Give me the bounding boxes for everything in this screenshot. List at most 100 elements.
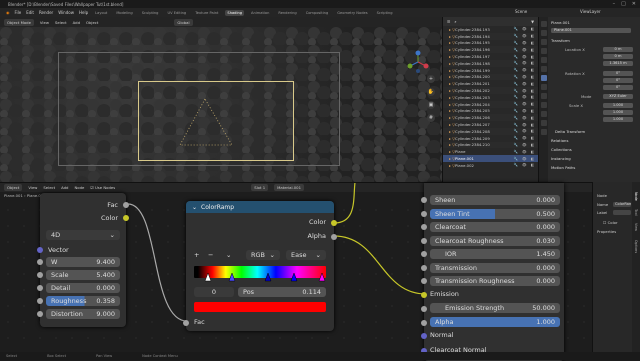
render-camera-icon[interactable]: ◧ <box>531 143 534 147</box>
input-socket[interactable] <box>421 210 427 217</box>
outliner-item[interactable]: ▸ ▽ Cylinder.2384.197 🔧 👁 ◧ <box>443 53 538 60</box>
modifier-wrench-icon[interactable]: 🔧 <box>514 48 518 52</box>
rotation-mode-dropdown[interactable]: XYZ Euler <box>603 94 633 99</box>
instancing-section[interactable]: Instancing <box>551 156 571 161</box>
input-socket[interactable] <box>421 237 427 244</box>
ramp-menu-button[interactable]: ⌄ <box>226 251 231 259</box>
visibility-eye-icon[interactable]: 👁 <box>522 55 527 59</box>
scale-y-field[interactable]: 1.000 <box>603 110 633 115</box>
render-camera-icon[interactable]: ◧ <box>531 55 534 59</box>
alpha-field[interactable]: Alpha 1.000 <box>430 317 560 327</box>
modifier-wrench-icon[interactable]: 🔧 <box>514 55 518 59</box>
dimension-dropdown[interactable]: 4D ⌄ <box>46 230 120 240</box>
render-camera-icon[interactable]: ◧ <box>531 102 534 106</box>
visibility-eye-icon[interactable]: 👁 <box>522 109 527 113</box>
outliner-item[interactable]: ▸ ▽ Cylinder.2384.206 🔧 👁 ◧ <box>443 114 538 122</box>
input-socket[interactable] <box>37 285 43 291</box>
visibility-eye-icon[interactable]: 👁 <box>522 34 527 38</box>
interpolation-dropdown[interactable]: Ease ⌄ <box>286 250 326 260</box>
modifier-wrench-icon[interactable]: 🔧 <box>514 75 518 79</box>
tab-rendering[interactable]: Rendering <box>276 10 298 16</box>
modifier-wrench-icon[interactable]: 🔧 <box>514 109 518 113</box>
location-z-field[interactable]: 1.3615 m <box>603 61 633 66</box>
visibility-eye-icon[interactable]: 👁 <box>522 157 527 161</box>
visibility-eye-icon[interactable]: 👁 <box>522 116 527 120</box>
location-x-field[interactable]: 0 m <box>603 47 633 52</box>
render-camera-icon[interactable]: ◧ <box>531 150 534 154</box>
outliner-item[interactable]: ▸ ▽ Cylinder.2384.202 🔧 👁 ◧ <box>443 87 538 94</box>
render-camera-icon[interactable]: ◧ <box>531 129 534 133</box>
render-camera-icon[interactable]: ◧ <box>531 109 534 113</box>
modifier-wrench-icon[interactable]: 🔧 <box>514 82 518 86</box>
render-camera-icon[interactable]: ◧ <box>531 163 534 167</box>
render-camera-icon[interactable]: ◧ <box>531 123 534 127</box>
node-properties-section[interactable]: Properties <box>597 229 616 234</box>
render-camera-icon[interactable]: ◧ <box>531 27 534 31</box>
render-camera-icon[interactable]: ◧ <box>531 157 534 161</box>
outliner-item[interactable]: ▸ ▽ Cylinder.2384.207 🔧 👁 ◧ <box>443 121 538 128</box>
node-label-field[interactable] <box>613 210 631 215</box>
outliner-search-icon[interactable]: ⌕ <box>454 19 456 24</box>
particles-tab-icon[interactable] <box>540 93 547 99</box>
rotation-z-field[interactable]: 0° <box>603 85 633 90</box>
input-socket[interactable] <box>37 259 43 265</box>
output-fac-socket[interactable] <box>123 202 129 208</box>
modifier-wrench-icon[interactable]: 🔧 <box>514 136 518 140</box>
view-layer-tab-icon[interactable] <box>540 48 547 54</box>
output-color-socket[interactable] <box>331 220 337 226</box>
visibility-eye-icon[interactable]: 👁 <box>522 82 527 86</box>
ramp-stops[interactable] <box>194 273 326 283</box>
scale-x-field[interactable]: 1.000 <box>603 103 633 108</box>
input-emission-socket[interactable] <box>421 292 427 298</box>
outliner-item[interactable]: ▸ ▽ Cylinder.2384.210 🔧 👁 ◧ <box>443 141 538 149</box>
render-camera-icon[interactable]: ◧ <box>531 95 534 99</box>
visibility-eye-icon[interactable]: 👁 <box>522 123 527 127</box>
visibility-eye-icon[interactable]: 👁 <box>522 102 527 106</box>
tab-animation[interactable]: Animation <box>249 10 271 16</box>
input-socket[interactable] <box>421 278 427 284</box>
render-camera-icon[interactable]: ◧ <box>531 61 534 65</box>
render-camera-icon[interactable]: ◧ <box>531 116 534 120</box>
camera-icon[interactable]: ▣ <box>427 101 435 109</box>
render-tab-icon[interactable] <box>540 30 547 36</box>
physics-tab-icon[interactable] <box>540 102 547 108</box>
input-socket[interactable] <box>421 251 427 257</box>
modifier-wrench-icon[interactable]: 🔧 <box>514 143 518 147</box>
tab-texture-paint[interactable]: Texture Paint <box>193 10 220 16</box>
tab-node[interactable]: Node <box>634 192 638 201</box>
modifier-wrench-icon[interactable]: 🔧 <box>514 89 518 93</box>
render-camera-icon[interactable]: ◧ <box>531 75 534 79</box>
noise-distortion-field[interactable]: Distortion 9.000 <box>37 309 120 319</box>
zoom-icon[interactable]: + <box>427 75 435 83</box>
visibility-eye-icon[interactable]: 👁 <box>522 48 527 52</box>
tab-compositing[interactable]: Compositing <box>304 10 331 16</box>
modifier-wrench-icon[interactable]: 🔧 <box>514 129 518 133</box>
modifier-wrench-icon[interactable]: 🔧 <box>514 150 518 154</box>
modifier-wrench-icon[interactable]: 🔧 <box>514 95 518 99</box>
object-name-field[interactable]: Plane.001 <box>551 28 631 33</box>
outliner-item[interactable]: ▸ ▽ Cylinder.2384.201 🔧 👁 ◧ <box>443 80 538 87</box>
visibility-eye-icon[interactable]: 👁 <box>522 68 527 72</box>
render-camera-icon[interactable]: ◧ <box>531 48 534 52</box>
render-camera-icon[interactable]: ◧ <box>531 82 534 86</box>
noise-texture-node[interactable]: Fac Color 4D ⌄ Vector W 9.400 Scale 5.400 Det… <box>37 193 129 327</box>
outliner-item[interactable]: ▸ ▽ Plane.002 🔧 👁 ◧ <box>443 162 538 169</box>
modifier-wrench-icon[interactable]: 🔧 <box>514 163 518 167</box>
input-socket[interactable] <box>421 224 427 230</box>
visibility-eye-icon[interactable]: 👁 <box>522 27 527 31</box>
outliner-item[interactable]: ▸ ▽ Cylinder.2384.200 🔧 👁 ◧ <box>443 73 538 81</box>
scene-selector[interactable]: Scene <box>515 9 527 14</box>
input-socket[interactable] <box>37 272 43 278</box>
render-camera-icon[interactable]: ◧ <box>531 68 534 72</box>
color-mode-dropdown[interactable]: RGB ⌄ <box>246 250 280 260</box>
data-tab-icon[interactable] <box>540 120 547 126</box>
bsdf-clearcoat-roughness-field[interactable]: Clearcoat Roughness 0.030 <box>421 235 560 246</box>
outliner-display-icon[interactable]: ☰ <box>447 19 450 24</box>
rotation-y-field[interactable]: 0° <box>603 78 633 83</box>
colorramp-node[interactable]: ⌄ ColorRamp Color Alpha + − ⌄ RGB ⌄ Ease ⌄… <box>183 201 337 331</box>
visibility-eye-icon[interactable]: 👁 <box>522 143 527 147</box>
modifier-wrench-icon[interactable]: 🔧 <box>514 157 518 161</box>
tab-geometry-nodes[interactable]: Geometry Nodes <box>335 10 369 16</box>
outliner-item[interactable]: ▸ ▽ Plane.001 🔧 👁 ◧ <box>443 155 538 162</box>
modifier-wrench-icon[interactable]: 🔧 <box>514 34 518 38</box>
